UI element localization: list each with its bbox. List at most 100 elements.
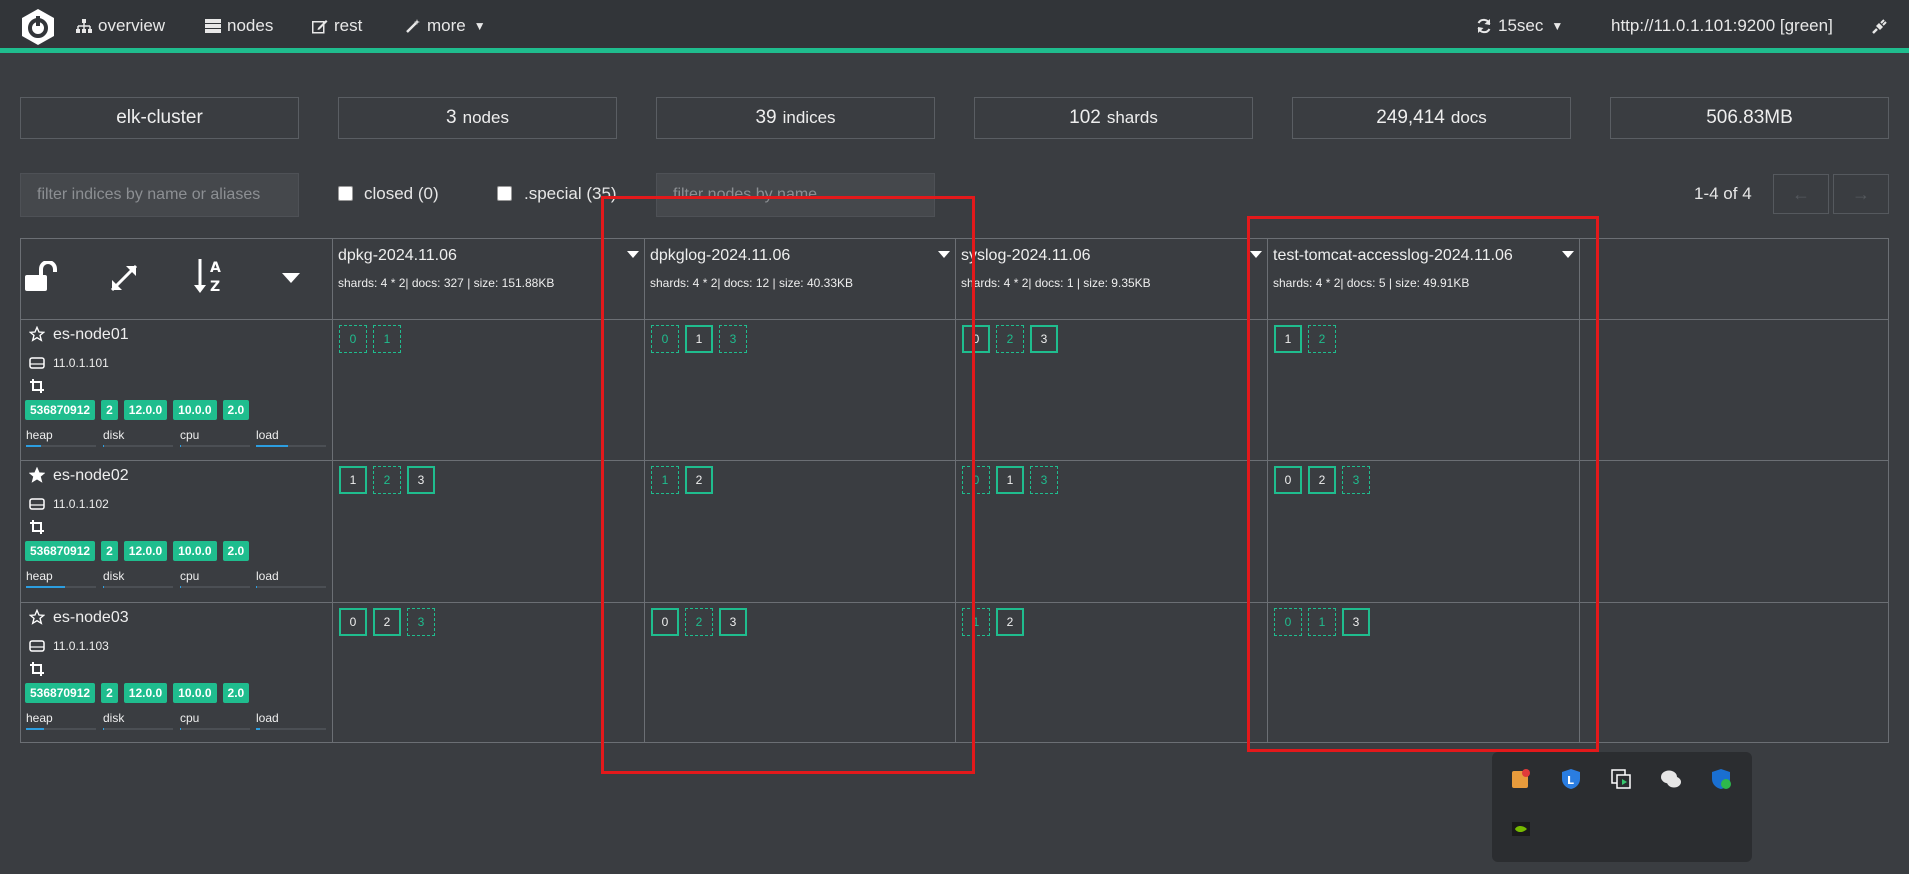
metric-heap: heap	[26, 428, 96, 447]
metric-bar	[180, 445, 250, 447]
shard-replica[interactable]: 3	[1030, 466, 1058, 494]
notification-app-icon[interactable]	[1510, 768, 1532, 790]
arrow-right-icon: →	[1852, 183, 1870, 204]
expand-icon[interactable]	[109, 263, 139, 293]
disconnect-button[interactable]	[1871, 14, 1895, 38]
caret-down-icon[interactable]	[938, 251, 950, 258]
index-header[interactable]: dpkglog-2024.11.06 shards: 4 * 2| docs: …	[645, 239, 955, 319]
caret-down-icon[interactable]	[1562, 251, 1574, 258]
cluster-url[interactable]: http://11.0.1.101:9200 [green]	[1611, 14, 1833, 38]
unlock-icon[interactable]	[25, 261, 59, 293]
shard-primary[interactable]: 0	[651, 608, 679, 636]
metric-cpu: cpu	[180, 569, 250, 588]
metric-fill	[26, 586, 65, 588]
screen-switch-icon[interactable]	[1610, 768, 1632, 790]
defender-icon[interactable]	[1710, 768, 1732, 790]
shard-primary[interactable]: 3	[1342, 608, 1370, 636]
shard-replica[interactable]: 0	[339, 325, 367, 353]
crop-icon	[29, 661, 45, 682]
caret-down-icon[interactable]	[1250, 251, 1262, 258]
filter-nodes-input[interactable]	[656, 173, 935, 217]
shard-group: 01	[339, 325, 407, 353]
metric-bar	[256, 586, 326, 588]
badge-heap-max: 536870912	[25, 400, 96, 420]
shard-replica[interactable]: 1	[373, 325, 401, 353]
nav-nodes[interactable]: nodes	[205, 14, 273, 38]
closed-checkbox[interactable]	[338, 186, 353, 201]
shard-primary[interactable]: 1	[339, 466, 367, 494]
filter-indices-input[interactable]	[20, 173, 299, 217]
shard-group: 023	[339, 608, 441, 636]
metric-label: disk	[103, 569, 125, 583]
cerebro-logo-icon[interactable]	[18, 7, 58, 47]
metric-bar	[26, 728, 96, 730]
top-navbar: overview nodes rest more ▼ 15sec ▼ http:…	[0, 0, 1909, 53]
node-name[interactable]: es-node02	[53, 467, 129, 485]
metric-label: load	[256, 569, 279, 583]
shard-replica[interactable]: 0	[1274, 608, 1302, 636]
wechat-icon[interactable]	[1660, 768, 1682, 790]
nav-nodes-label: nodes	[227, 16, 274, 35]
shard-primary[interactable]: 2	[685, 466, 713, 494]
next-page-button[interactable]: →	[1833, 174, 1889, 214]
shard-primary[interactable]: 2	[1308, 466, 1336, 494]
plug-icon	[1872, 19, 1887, 34]
shard-replica[interactable]: 1	[962, 608, 990, 636]
badge-jvm-version: 12.0.0	[123, 683, 168, 703]
shard-primary[interactable]: 2	[373, 608, 401, 636]
metric-bar	[180, 586, 250, 588]
stat-docs-value: 249,414	[1376, 107, 1445, 128]
nav-rest[interactable]: rest	[312, 14, 362, 38]
metric-bar	[103, 445, 173, 447]
caret-down-icon[interactable]	[282, 273, 300, 283]
index-header[interactable]: test-tomcat-accesslog-2024.11.06 shards:…	[1268, 239, 1579, 319]
star-filled-icon	[28, 466, 46, 488]
prev-page-button[interactable]: ←	[1773, 174, 1829, 214]
nav-overview-label: overview	[98, 16, 166, 35]
shard-primary[interactable]: 0	[1274, 466, 1302, 494]
special-checkbox[interactable]	[497, 186, 512, 201]
nav-overview[interactable]: overview	[76, 14, 165, 38]
shard-primary[interactable]: 1	[685, 325, 713, 353]
metric-bar	[26, 445, 96, 447]
index-header[interactable]: syslog-2024.11.06 shards: 4 * 2| docs: 1…	[956, 239, 1267, 319]
shard-primary[interactable]: 0	[962, 325, 990, 353]
stat-nodes: 3 nodes	[338, 97, 617, 139]
shard-replica[interactable]: 1	[1308, 608, 1336, 636]
metric-label: heap	[26, 569, 53, 583]
shard-primary[interactable]: 2	[996, 608, 1024, 636]
lenovo-shield-icon[interactable]: L	[1560, 768, 1582, 790]
shard-primary[interactable]: 3	[1030, 325, 1058, 353]
node-name[interactable]: es-node01	[53, 326, 129, 344]
shard-replica[interactable]: 2	[996, 325, 1024, 353]
shard-primary[interactable]: 1	[1274, 325, 1302, 353]
shard-primary[interactable]: 1	[996, 466, 1024, 494]
stat-docs: 249,414 docs	[1292, 97, 1571, 139]
caret-down-icon[interactable]	[627, 251, 639, 258]
shard-replica[interactable]: 3	[1342, 466, 1370, 494]
shard-replica[interactable]: 0	[651, 325, 679, 353]
stat-cluster-name: elk-cluster	[20, 97, 299, 139]
shard-primary[interactable]: 0	[339, 608, 367, 636]
shard-replica[interactable]: 2	[685, 608, 713, 636]
shard-replica[interactable]: 1	[651, 466, 679, 494]
refresh-interval-dropdown[interactable]: 15sec ▼	[1476, 14, 1563, 38]
shard-replica[interactable]: 3	[407, 608, 435, 636]
index-header[interactable]: dpkg-2024.11.06 shards: 4 * 2| docs: 327…	[333, 239, 644, 319]
metric-fill	[180, 586, 182, 588]
shard-replica[interactable]: 3	[719, 325, 747, 353]
hdd-icon	[29, 497, 45, 515]
shard-replica[interactable]: 2	[1308, 325, 1336, 353]
shard-replica[interactable]: 0	[962, 466, 990, 494]
sort-alpha-icon[interactable]: A Z	[193, 257, 227, 295]
nvidia-icon[interactable]	[1510, 818, 1532, 840]
nav-more-dropdown[interactable]: more ▼	[405, 14, 486, 38]
crop-icon	[29, 519, 45, 540]
shard-primary[interactable]: 3	[719, 608, 747, 636]
badge-jvm-version: 12.0.0	[123, 541, 168, 561]
badge-es-version: 10.0.0	[173, 400, 217, 420]
shard-primary[interactable]: 3	[407, 466, 435, 494]
shard-replica[interactable]: 2	[373, 466, 401, 494]
arrow-left-icon: ←	[1792, 183, 1810, 204]
node-name[interactable]: es-node03	[53, 609, 129, 627]
